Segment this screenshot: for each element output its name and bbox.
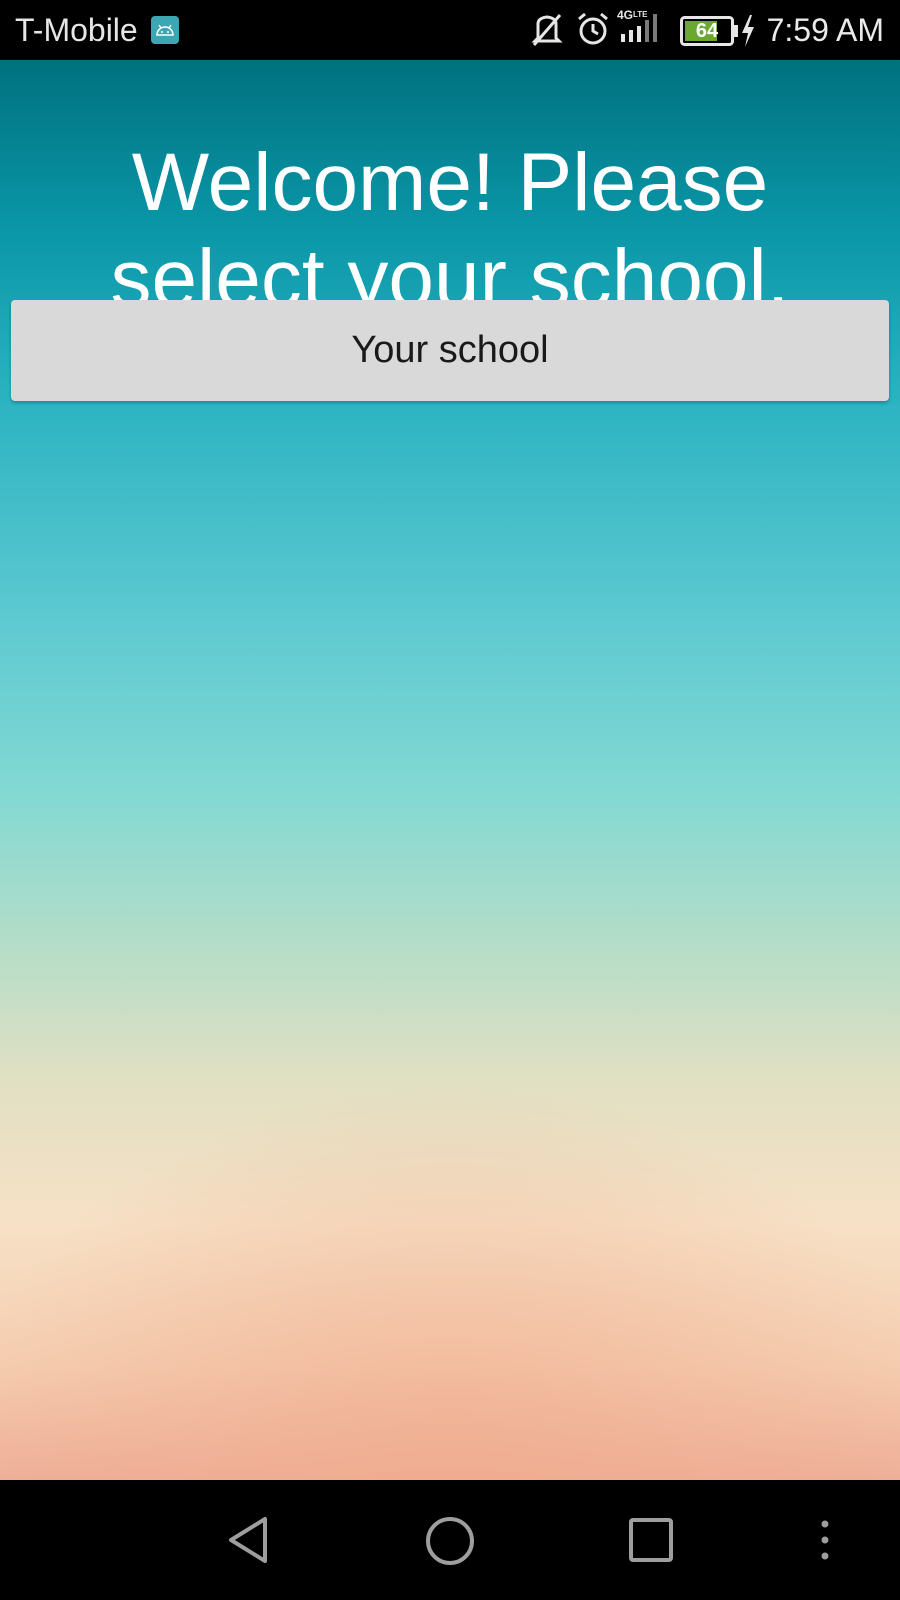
battery-percentage: 64 — [695, 20, 719, 42]
overflow-menu-icon[interactable] — [815, 1518, 835, 1562]
svg-text:LTE: LTE — [633, 10, 648, 19]
home-icon[interactable] — [424, 1515, 476, 1567]
select-school-button[interactable]: Your school — [11, 300, 889, 401]
android-icon — [151, 16, 179, 44]
phone-screen: T-Mobile 4G LTE 64 7:59 AM Welcome! Plea… — [0, 0, 900, 1600]
recents-icon[interactable] — [627, 1516, 675, 1564]
welcome-title: Welcome! Please select your school. — [110, 136, 790, 324]
mute-icon — [531, 14, 563, 46]
back-icon[interactable] — [225, 1515, 275, 1565]
charging-icon — [742, 15, 754, 47]
status-clock: 7:59 AM — [766, 12, 884, 48]
app-content: Welcome! Please select your school. Your… — [0, 60, 900, 1480]
carrier-name: T-Mobile — [15, 12, 138, 48]
status-bar: T-Mobile 4G LTE 64 7:59 AM — [0, 0, 900, 60]
navigation-bar — [0, 1480, 900, 1600]
svg-text:4G: 4G — [617, 8, 633, 22]
signal-icon: 4G LTE — [617, 8, 657, 42]
alarm-icon — [578, 12, 608, 45]
